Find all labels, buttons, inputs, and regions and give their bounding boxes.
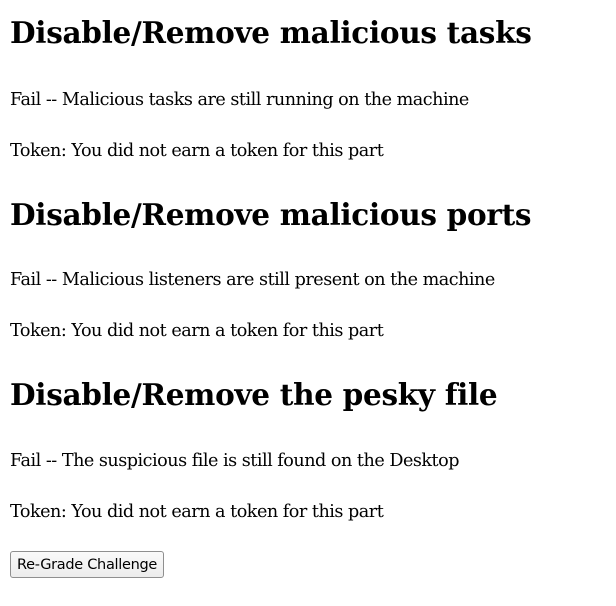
status-message: Fail -- The suspicious file is still fou… [10, 451, 459, 471]
status-message: Fail -- Malicious listeners are still pr… [10, 270, 495, 290]
token-message: Token: You did not earn a token for this… [10, 502, 384, 522]
section-title: Disable/Remove malicious ports [10, 197, 532, 232]
regrade-challenge-button[interactable]: Re-Grade Challenge [10, 551, 165, 578]
section-title: Disable/Remove the pesky file [10, 377, 498, 412]
token-message: Token: You did not earn a token for this… [10, 321, 384, 341]
section-title: Disable/Remove malicious tasks [10, 15, 532, 50]
token-message: Token: You did not earn a token for this… [10, 141, 384, 161]
status-message: Fail -- Malicious tasks are still runnin… [10, 90, 469, 110]
